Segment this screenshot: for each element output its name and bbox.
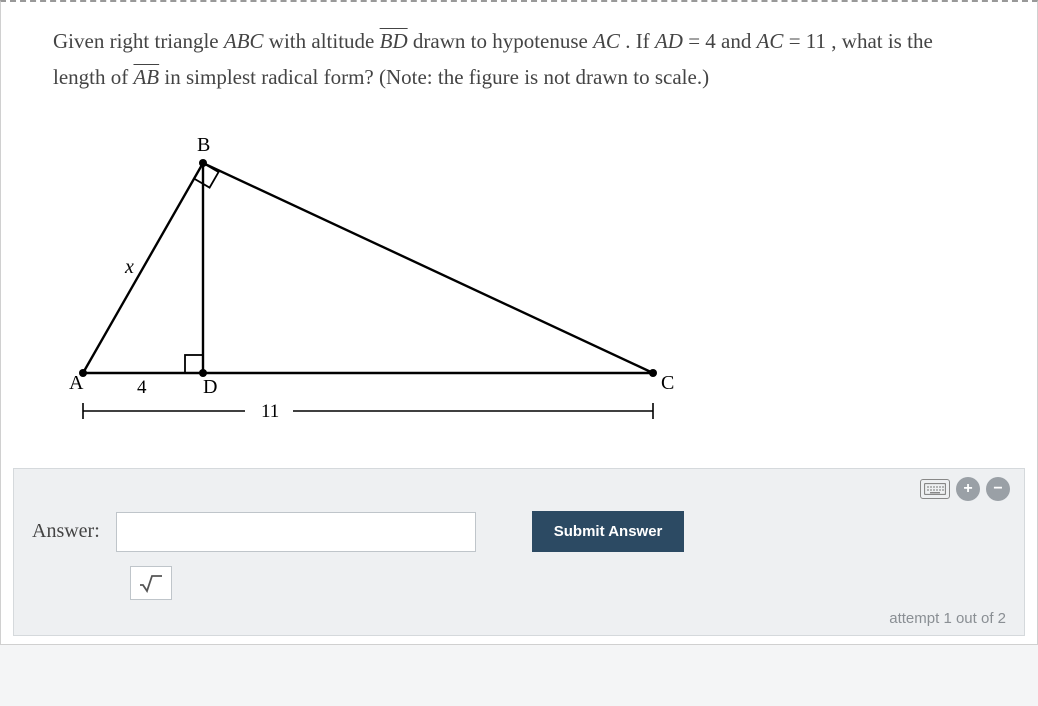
label-ad: 4 [137, 377, 147, 398]
panel-tools: + − [920, 477, 1010, 501]
problem-card: Given right triangle ABC with altitude B… [0, 0, 1038, 645]
answer-input[interactable] [116, 512, 476, 552]
sqrt-icon [138, 573, 164, 593]
q-text: drawn to hypotenuse [413, 29, 593, 53]
q-text: . If [625, 29, 655, 53]
triangle-svg: A B C D x 4 11 [53, 123, 693, 433]
q-seg-ab: AB [133, 65, 159, 89]
q-eq1-eq: = [688, 29, 705, 53]
q-eq2-eq: = [789, 29, 806, 53]
label-d: D [203, 376, 217, 398]
zoom-in-icon[interactable]: + [956, 477, 980, 501]
answer-panel: + − Answer: Submit Answer attempt 1 out … [13, 468, 1025, 636]
q-text: Given right triangle [53, 29, 224, 53]
q-var-ac: AC [593, 29, 620, 53]
q-eq2-lhs: AC [757, 29, 784, 53]
label-a: A [69, 372, 84, 394]
q-text: and [721, 29, 757, 53]
q-eq2-rhs: 11 [806, 29, 826, 53]
triangle-figure: A B C D x 4 11 [53, 123, 985, 438]
question-text: Given right triangle ABC with altitude B… [53, 24, 985, 95]
answer-label: Answer: [32, 520, 100, 543]
label-ac: 11 [261, 401, 279, 422]
answer-row: Answer: Submit Answer [32, 511, 1006, 552]
keyboard-icon[interactable] [920, 479, 950, 499]
sqrt-button[interactable] [130, 566, 172, 600]
zoom-out-icon[interactable]: − [986, 477, 1010, 501]
content-area: Given right triangle ABC with altitude B… [1, 2, 1037, 438]
label-c: C [661, 372, 674, 394]
submit-answer-button[interactable]: Submit Answer [532, 511, 685, 552]
label-x: x [124, 256, 134, 278]
q-text: with altitude [269, 29, 380, 53]
q-eq1-lhs: AD [655, 29, 683, 53]
q-eq1-rhs: 4 [705, 29, 716, 53]
label-b: B [197, 134, 210, 156]
q-text: in simplest radical form? (Note: the fig… [164, 65, 709, 89]
attempt-counter: attempt 1 out of 2 [32, 610, 1006, 627]
q-var-abc: ABC [224, 29, 264, 53]
q-seg-bd: BD [380, 29, 408, 53]
